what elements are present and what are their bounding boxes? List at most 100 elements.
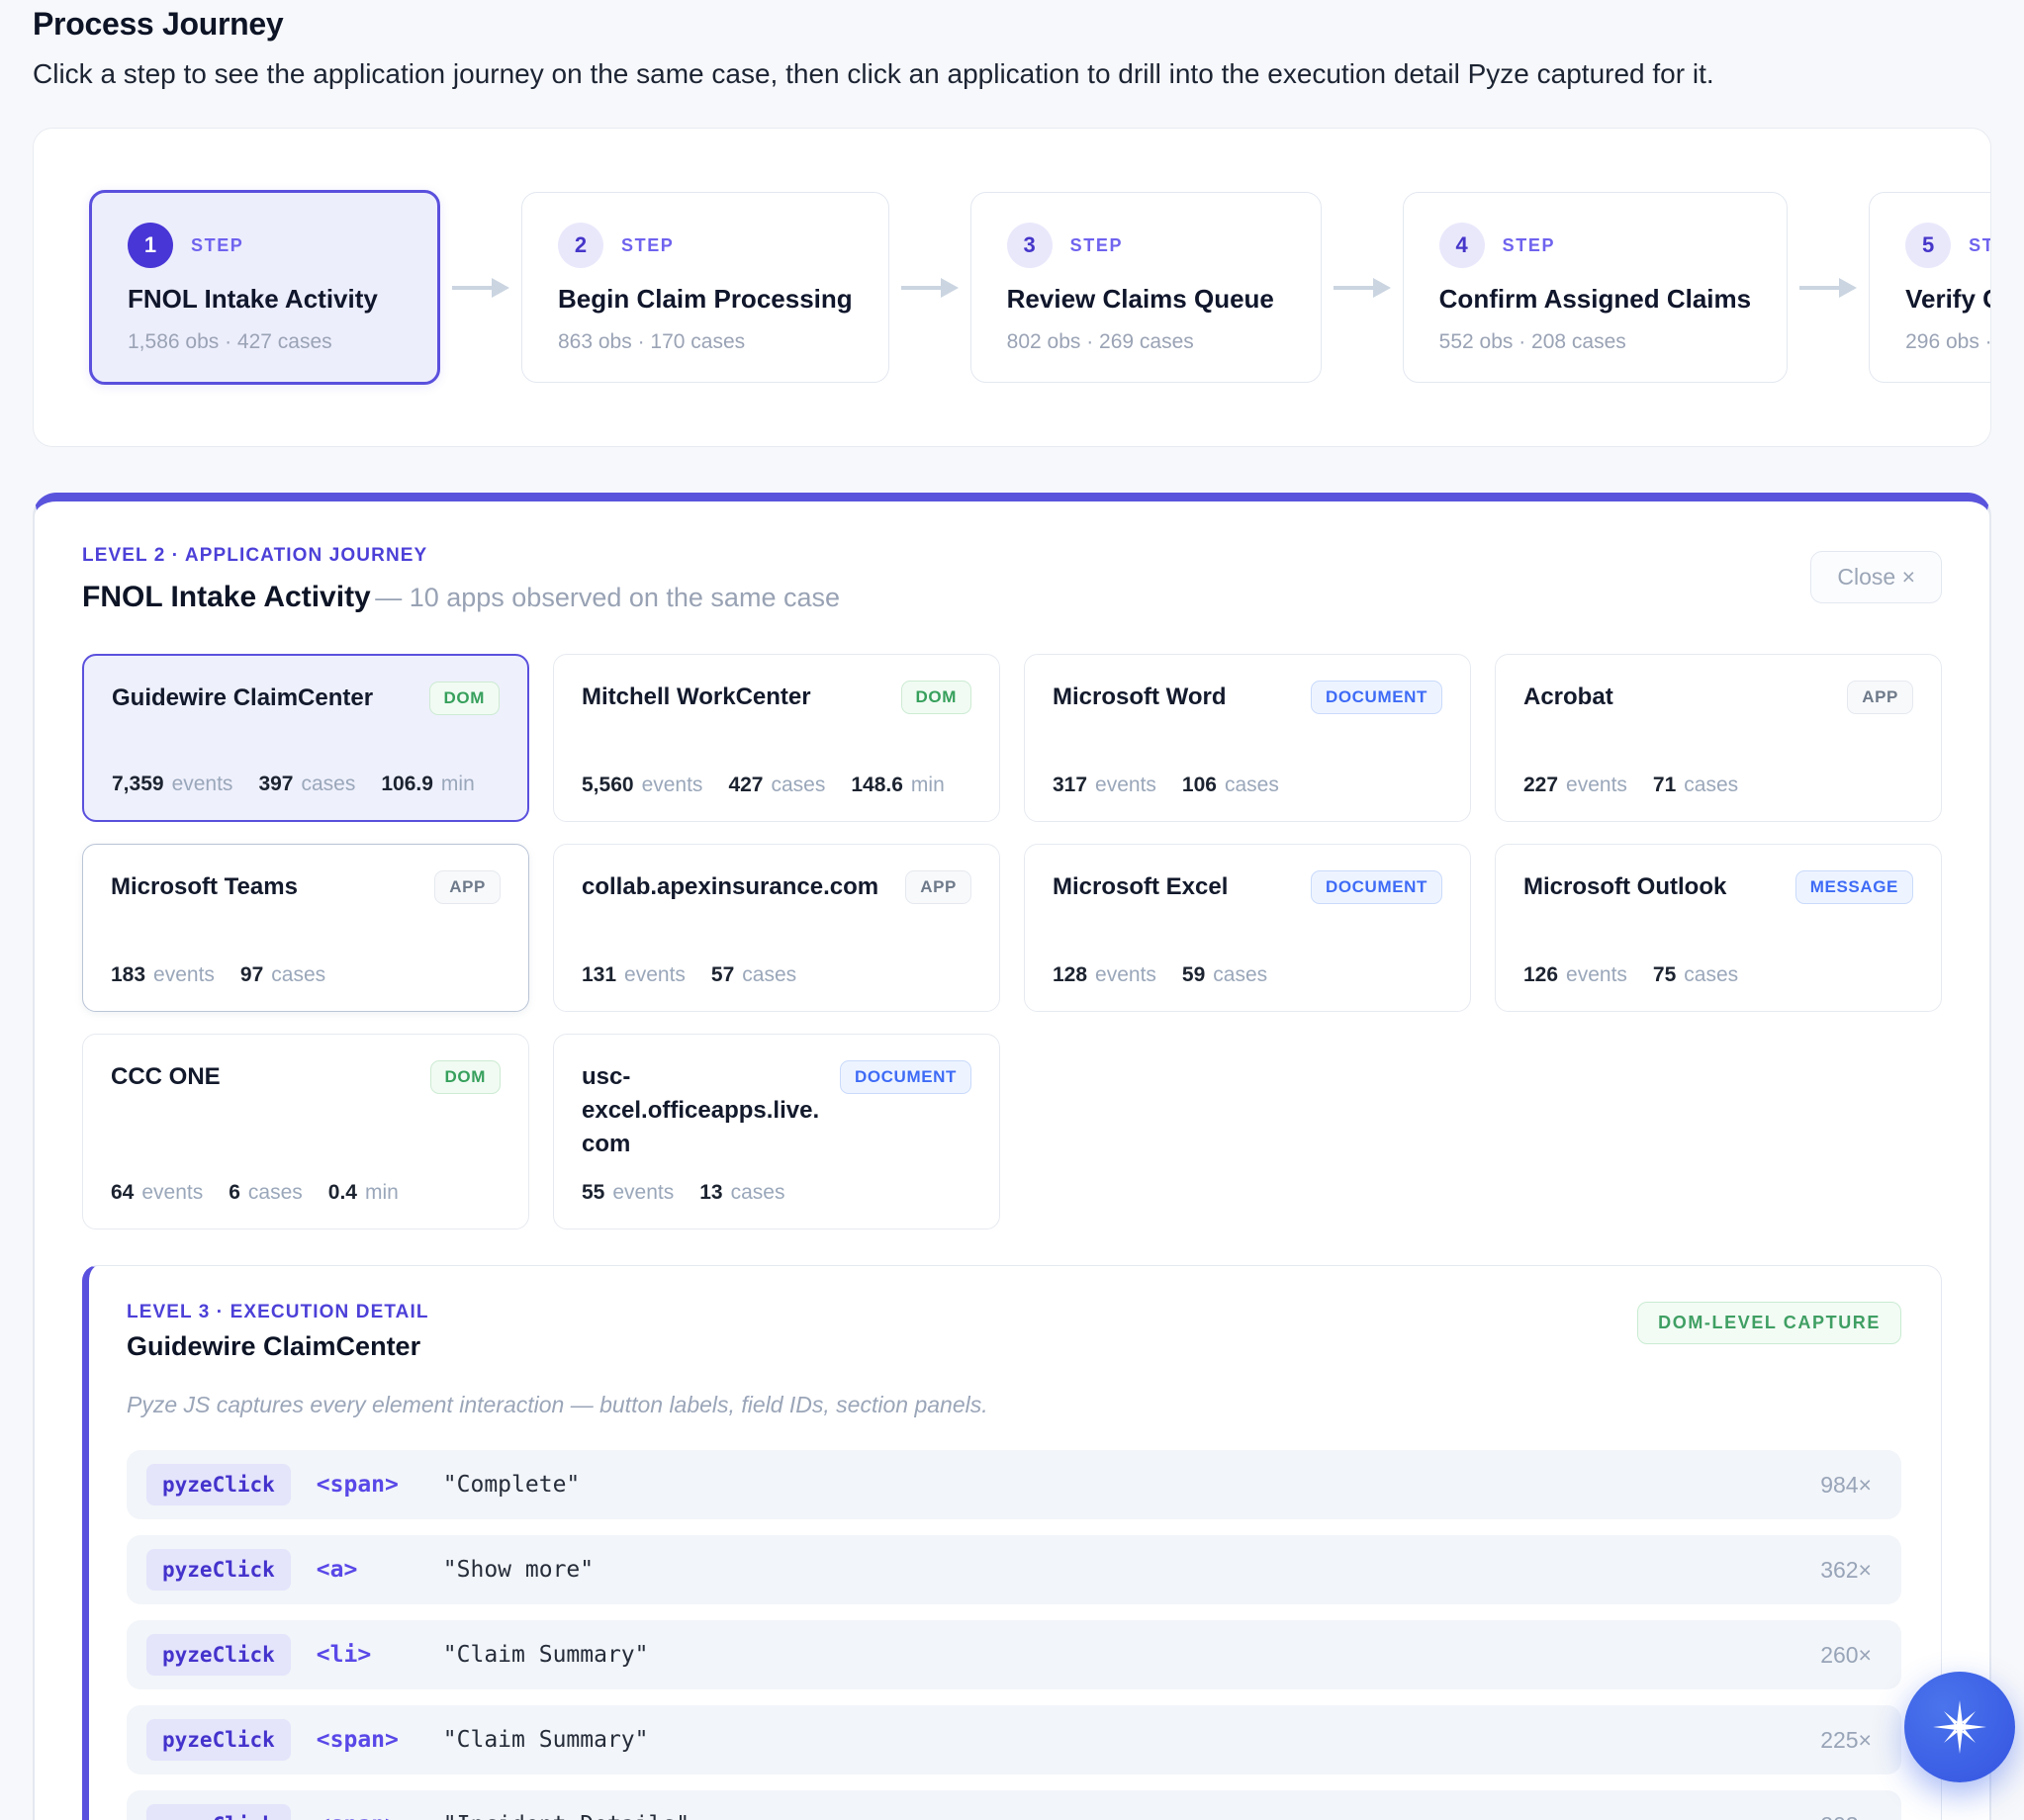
events-value: 227: [1523, 774, 1558, 797]
events-label: events: [172, 773, 233, 796]
step-stats: 1,586 obs · 427 cases: [128, 330, 402, 354]
event-type-badge: pyzeClick: [146, 1804, 291, 1820]
assistant-fab-button[interactable]: [1904, 1672, 2015, 1782]
app-type-badge: MESSAGE: [1795, 870, 1913, 904]
app-card-collab-apexinsurance[interactable]: collab.apexinsurance.com APP 131events 5…: [553, 844, 1000, 1012]
app-card-microsoft-excel[interactable]: Microsoft Excel DOCUMENT 128events 59cas…: [1024, 844, 1471, 1012]
cases-label: cases: [742, 963, 796, 987]
event-tag: <a>: [317, 1557, 443, 1583]
cases-label: cases: [301, 773, 355, 796]
app-name: Microsoft Excel: [1053, 870, 1228, 904]
app-card-microsoft-teams[interactable]: Microsoft Teams APP 183events 97cases mi…: [82, 844, 529, 1012]
process-steps-panel: 1 STEP FNOL Intake Activity 1,586 obs · …: [33, 128, 1991, 447]
events-value: 64: [111, 1181, 134, 1205]
page-title: Process Journey: [33, 6, 1991, 43]
step-title: Begin Claim Processing: [558, 284, 853, 315]
cases-value: 106: [1182, 774, 1217, 797]
step-label: STEP: [1969, 235, 1991, 256]
step-card-2[interactable]: 2 STEP Begin Claim Processing 863 obs · …: [521, 192, 889, 383]
event-label: "Claim Summary": [443, 1727, 649, 1753]
app-name: Mitchell WorkCenter: [582, 681, 811, 714]
events-label: events: [1566, 774, 1627, 797]
events-value: 317: [1053, 774, 1087, 797]
app-card-microsoft-word[interactable]: Microsoft Word DOCUMENT 317events 106cas…: [1024, 654, 1471, 822]
step-card-1[interactable]: 1 STEP FNOL Intake Activity 1,586 obs · …: [89, 190, 440, 385]
events-value: 126: [1523, 963, 1558, 987]
step-number-badge: 5: [1905, 223, 1951, 268]
step-card-3[interactable]: 3 STEP Review Claims Queue 802 obs · 269…: [970, 192, 1322, 383]
app-card-usc-excel-officeapps[interactable]: usc-excel.officeapps.live.com DOCUMENT 5…: [553, 1034, 1000, 1229]
event-type-badge: pyzeClick: [146, 1549, 291, 1591]
app-type-badge: APP: [1847, 681, 1913, 714]
level3-eyebrow: LEVEL 3 · EXECUTION DETAIL: [127, 1302, 429, 1323]
event-row[interactable]: pyzeClick <a> "Show more" 362×: [127, 1535, 1901, 1604]
steps-row: 1 STEP FNOL Intake Activity 1,586 obs · …: [89, 190, 1991, 385]
app-name: CCC ONE: [111, 1060, 221, 1094]
events-label: events: [1095, 774, 1156, 797]
app-card-guidewire-claimcenter[interactable]: Guidewire ClaimCenter DOM 7,359events 39…: [82, 654, 529, 822]
app-grid: Guidewire ClaimCenter DOM 7,359events 39…: [82, 654, 1942, 1229]
cases-value: 75: [1653, 963, 1676, 987]
event-row[interactable]: pyzeClick <span> "Complete" 984×: [127, 1450, 1901, 1519]
cases-label: cases: [1684, 963, 1738, 987]
events-label: events: [141, 1181, 203, 1205]
step-title: Verify Cla: [1905, 284, 1991, 315]
event-label: "Complete": [443, 1472, 580, 1498]
event-row[interactable]: pyzeClick <span> "Incident Details" 203×: [127, 1790, 1901, 1820]
close-button[interactable]: Close ×: [1810, 551, 1942, 603]
application-journey-panel: LEVEL 2 · APPLICATION JOURNEY FNOL Intak…: [33, 493, 1991, 1820]
cases-label: cases: [731, 1181, 785, 1205]
step-label: STEP: [621, 235, 674, 256]
app-type-badge: DOM: [901, 681, 971, 714]
event-count: 362×: [1820, 1557, 1872, 1584]
cases-label: cases: [1213, 963, 1267, 987]
app-type-badge: DOCUMENT: [840, 1060, 971, 1094]
event-count: 984×: [1820, 1472, 1872, 1499]
cases-value: 397: [258, 773, 293, 796]
event-row[interactable]: pyzeClick <span> "Claim Summary" 225×: [127, 1705, 1901, 1774]
events-value: 183: [111, 963, 145, 987]
app-card-microsoft-outlook[interactable]: Microsoft Outlook MESSAGE 126events 75ca…: [1495, 844, 1942, 1012]
level2-eyebrow: LEVEL 2 · APPLICATION JOURNEY: [82, 545, 840, 567]
step-stats: 296 obs · 1: [1905, 330, 1991, 354]
event-list: pyzeClick <span> "Complete" 984× pyzeCli…: [127, 1450, 1901, 1820]
step-arrow-icon: [1797, 275, 1859, 301]
app-type-badge: DOCUMENT: [1311, 681, 1442, 714]
step-label: STEP: [1070, 235, 1123, 256]
event-row[interactable]: pyzeClick <li> "Claim Summary" 260×: [127, 1620, 1901, 1689]
app-name: usc-excel.officeapps.live.com: [582, 1060, 826, 1161]
app-type-badge: APP: [434, 870, 501, 904]
step-stats: 802 obs · 269 cases: [1007, 330, 1285, 354]
min-label: min: [441, 773, 475, 796]
event-type-badge: pyzeClick: [146, 1719, 291, 1761]
app-name: Microsoft Word: [1053, 681, 1227, 714]
event-tag: <span>: [317, 1472, 443, 1498]
step-label: STEP: [191, 235, 243, 256]
event-count: 203×: [1820, 1812, 1872, 1820]
app-name: Acrobat: [1523, 681, 1613, 714]
events-label: events: [624, 963, 686, 987]
min-value: 0.4: [328, 1181, 357, 1205]
app-type-badge: DOM: [430, 1060, 501, 1094]
step-title: FNOL Intake Activity: [128, 284, 402, 315]
cases-label: cases: [1684, 774, 1738, 797]
cases-value: 427: [728, 774, 763, 797]
app-card-acrobat[interactable]: Acrobat APP 227events 71cases min: [1495, 654, 1942, 822]
step-title: Review Claims Queue: [1007, 284, 1285, 315]
events-value: 5,560: [582, 774, 634, 797]
step-arrow-icon: [899, 275, 961, 301]
step-card-4[interactable]: 4 STEP Confirm Assigned Claims 552 obs ·…: [1403, 192, 1788, 383]
step-card-5[interactable]: 5 STEP Verify Cla 296 obs · 1: [1869, 192, 1991, 383]
event-count: 260×: [1820, 1642, 1872, 1669]
events-value: 131: [582, 963, 616, 987]
cases-value: 13: [699, 1181, 722, 1205]
events-label: events: [1095, 963, 1156, 987]
event-tag: <span>: [317, 1727, 443, 1753]
event-label: "Claim Summary": [443, 1642, 649, 1668]
app-card-ccc-one[interactable]: CCC ONE DOM 64events 6cases 0.4min: [82, 1034, 529, 1229]
cases-value: 71: [1653, 774, 1676, 797]
step-number-badge: 4: [1439, 223, 1485, 268]
events-label: events: [612, 1181, 674, 1205]
app-card-mitchell-workcenter[interactable]: Mitchell WorkCenter DOM 5,560events 427c…: [553, 654, 1000, 822]
app-type-badge: APP: [905, 870, 971, 904]
